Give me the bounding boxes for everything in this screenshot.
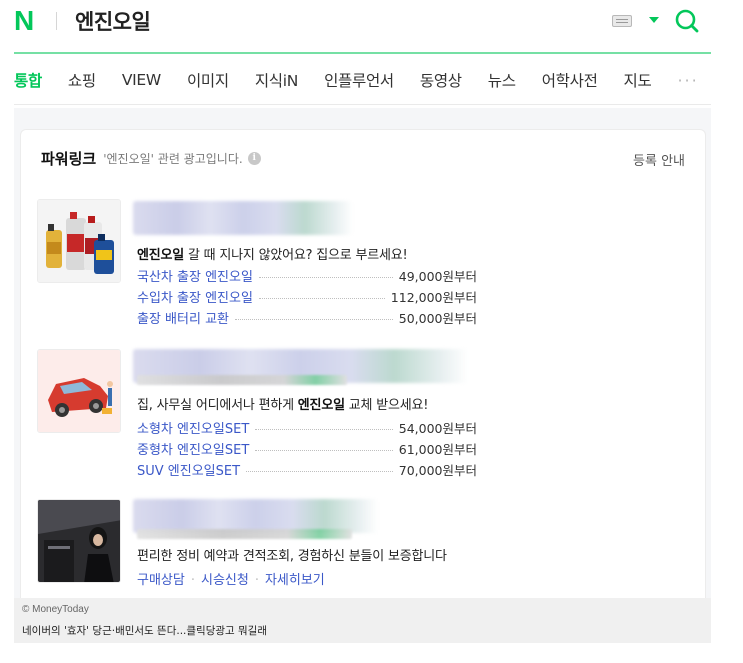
tab-shopping[interactable]: 쇼핑 (68, 69, 96, 91)
more-tabs-button[interactable]: ··· (677, 71, 698, 90)
tab-knowledge-in[interactable]: 지식iN (255, 69, 299, 91)
blurred-ad-url (137, 529, 352, 539)
sub-link-consult[interactable]: 구매상담 (137, 573, 185, 588)
price-link-row[interactable]: 중형차 엔진오일SET 61,000원부터 (137, 438, 477, 459)
tab-map[interactable]: 지도 (624, 69, 652, 91)
blurred-ad-url (137, 375, 347, 385)
tab-news[interactable]: 뉴스 (488, 69, 516, 91)
powerlink-header: 파워링크 '엔진오일' 관련 광고입니다. (41, 148, 261, 169)
price-link-row[interactable]: 수입차 출장 엔진오일 112,000원부터 (137, 286, 477, 307)
search-header: N 엔진오일 (0, 0, 743, 52)
price-link-row[interactable]: SUV 엔진오일SET 70,000원부터 (137, 459, 477, 480)
powerlink-panel: 파워링크 '엔진오일' 관련 광고입니다. 등록 안내 엔 (20, 129, 706, 598)
sub-link-more[interactable]: 자세히보기 (265, 573, 325, 588)
price-link-row[interactable]: 국산차 출장 엔진오일 49,000원부터 (137, 265, 477, 286)
woman-in-garage-image[interactable] (37, 499, 121, 583)
ad-sub-links: 구매상담 · 시승신청 · 자세히보기 (137, 573, 325, 588)
tab-integrated[interactable]: 통합 (14, 69, 42, 91)
search-query-input[interactable]: 엔진오일 (75, 6, 151, 36)
ad-headline[interactable]: 편리한 정비 예약과 견적조회, 경험하신 분들이 보증합니다 (137, 545, 447, 564)
tab-video[interactable]: 동영상 (420, 69, 462, 91)
ad-price-links: 국산차 출장 엔진오일 49,000원부터 수입차 출장 엔진오일 112,000원… (137, 265, 477, 328)
powerlink-title: 파워링크 (41, 150, 97, 168)
ad-price-links: 소형차 엔진오일SET 54,000원부터 중형차 엔진오일SET 61,000원부… (137, 417, 477, 480)
tab-images[interactable]: 이미지 (187, 69, 229, 91)
header-underline (14, 52, 711, 54)
blurred-ad-title (133, 499, 378, 533)
tab-dictionary[interactable]: 어학사전 (542, 69, 598, 91)
search-icon[interactable] (674, 8, 700, 34)
ad-register-link[interactable]: 등록 안내 (633, 150, 685, 169)
image-caption: © MoneyToday 네이버의 '효자' 당근·배민서도 뜬다...클릭당광… (14, 598, 711, 643)
naver-logo[interactable]: N (14, 5, 34, 37)
blurred-ad-title (133, 201, 353, 235)
search-tabs: 통합 쇼핑 VIEW 이미지 지식iN 인플루언서 동영상 뉴스 어학사전 지도… (14, 60, 743, 100)
info-icon[interactable] (247, 152, 261, 165)
powerlink-description: '엔진오일' 관련 광고입니다. (103, 152, 243, 166)
caret-down-icon[interactable] (649, 17, 659, 23)
price-link-row[interactable]: 출장 배터리 교환 50,000원부터 (137, 307, 477, 328)
ad-headline[interactable]: 집, 사무실 어디에서나 편하게 엔진오일 교체 받으세요! (137, 394, 428, 413)
engine-oil-bottles-image[interactable] (37, 199, 121, 283)
keyboard-icon[interactable] (612, 15, 632, 27)
header-divider (56, 12, 57, 30)
tab-view[interactable]: VIEW (122, 71, 161, 89)
sub-link-test-drive[interactable]: 시승신청 (201, 573, 249, 588)
tabs-divider (14, 104, 711, 105)
caption-text: 네이버의 '효자' 당근·배민서도 뜬다...클릭당광고 뭐길래 (22, 625, 267, 637)
red-car-service-image[interactable] (37, 349, 121, 433)
ad-headline[interactable]: 엔진오일 갈 때 지나지 않았어요? 집으로 부르세요! (137, 244, 408, 263)
caption-source: © MoneyToday (22, 604, 89, 615)
tab-influencer[interactable]: 인플루언서 (324, 69, 394, 91)
price-link-row[interactable]: 소형차 엔진오일SET 54,000원부터 (137, 417, 477, 438)
